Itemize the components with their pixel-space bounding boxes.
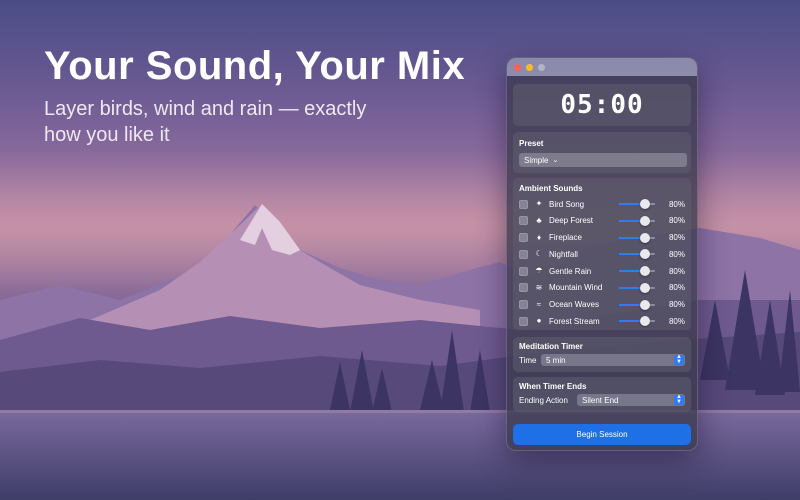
- hero-title: Your Sound, Your Mix: [44, 44, 466, 88]
- time-label: Time: [519, 356, 537, 365]
- sound-checkbox[interactable]: [519, 199, 528, 209]
- volume-percent: 80%: [668, 266, 685, 276]
- sound-checkbox[interactable]: [519, 233, 528, 242]
- volume-slider[interactable]: [619, 282, 655, 293]
- waves-icon: ≈: [536, 299, 542, 309]
- sound-row: ♣ Deep Forest 80%: [513, 213, 691, 229]
- sound-label: Fireplace: [549, 233, 582, 242]
- volume-slider[interactable]: [619, 199, 655, 209]
- volume-percent: 80%: [668, 316, 685, 326]
- sound-checkbox[interactable]: [519, 316, 528, 326]
- zoom-button[interactable]: [538, 63, 545, 71]
- close-button[interactable]: [514, 63, 521, 71]
- slider-knob[interactable]: [639, 299, 650, 310]
- volume-percent: 80%: [668, 283, 685, 293]
- timer-end-label: When Timer Ends: [519, 382, 587, 391]
- sound-label: Bird Song: [549, 199, 585, 209]
- sound-label: Forest Stream: [549, 316, 600, 326]
- sound-row: ≈ Ocean Waves 80%: [513, 297, 691, 313]
- slider-knob[interactable]: [639, 316, 650, 327]
- preset-label: Preset: [519, 139, 544, 148]
- sound-checkbox[interactable]: [519, 249, 528, 259]
- slider-knob[interactable]: [639, 232, 650, 243]
- wind-icon: ≋: [535, 282, 543, 292]
- slider-knob[interactable]: [639, 266, 650, 276]
- sound-label: Mountain Wind: [549, 283, 603, 293]
- bird-icon: ✦: [535, 199, 543, 208]
- rain-icon: ☂: [535, 266, 543, 275]
- ending-action-value: Silent End: [582, 395, 619, 405]
- timer-display: 05:00: [560, 90, 644, 120]
- sound-label: Deep Forest: [549, 216, 594, 226]
- timer-display-panel: 05:00: [513, 84, 691, 126]
- volume-slider[interactable]: [619, 215, 655, 226]
- preset-panel: Preset Simple ⌄: [513, 132, 691, 173]
- ambient-sounds-label: Ambient Sounds: [519, 184, 583, 193]
- sound-checkbox[interactable]: [519, 300, 528, 309]
- sound-label: Nightfall: [549, 249, 578, 259]
- timer-end-panel: When Timer Ends Ending Action Silent End…: [513, 377, 691, 412]
- minimize-button[interactable]: [526, 63, 533, 71]
- sound-checkbox[interactable]: [519, 283, 528, 293]
- volume-percent: 80%: [668, 300, 685, 309]
- sound-row: ☾ Nightfall 80%: [513, 246, 691, 262]
- sound-checkbox[interactable]: [519, 266, 528, 276]
- ending-action-label: Ending Action: [519, 396, 568, 405]
- sound-row: ≋ Mountain Wind 80%: [513, 280, 691, 296]
- sound-row: ✦ Bird Song 80%: [513, 196, 691, 212]
- flame-icon: ♦: [536, 232, 542, 242]
- slider-knob[interactable]: [639, 249, 650, 260]
- volume-percent: 80%: [668, 199, 685, 209]
- volume-slider[interactable]: [619, 249, 655, 260]
- ending-action-select[interactable]: Silent End ▲ ▼: [577, 394, 685, 406]
- volume-percent: 80%: [668, 249, 685, 259]
- begin-session-button[interactable]: Begin Session: [513, 424, 691, 445]
- slider-knob[interactable]: [639, 282, 650, 293]
- meditation-timer-panel: Meditation Timer Time 5 min ▲ ▼: [513, 337, 691, 372]
- time-value: 5 min: [546, 355, 566, 365]
- meditation-timer-label: Meditation Timer: [519, 342, 583, 351]
- title-bar: [507, 58, 697, 76]
- updown-chevron-icon: ▲ ▼: [674, 354, 684, 365]
- volume-slider[interactable]: [619, 266, 655, 276]
- sound-row: ♦ Fireplace 80%: [513, 230, 691, 246]
- preset-value: Simple: [524, 155, 549, 165]
- volume-percent: 80%: [668, 216, 685, 226]
- app-window: 05:00 Preset Simple ⌄ Ambient Sounds ✦ Bi…: [506, 57, 698, 451]
- moon-icon: ☾: [535, 249, 543, 259]
- sound-row: ● Forest Stream 80%: [513, 313, 691, 329]
- slider-knob[interactable]: [639, 215, 650, 226]
- chevron-down-icon: ⌄: [552, 157, 559, 164]
- sound-label: Ocean Waves: [549, 300, 599, 309]
- tree-icon: ♣: [536, 215, 542, 225]
- drop-icon: ●: [536, 316, 542, 326]
- updown-chevron-icon: ▲ ▼: [674, 394, 684, 405]
- sound-row: ☂ Gentle Rain 80%: [513, 263, 691, 279]
- time-select[interactable]: 5 min ▲ ▼: [541, 354, 685, 366]
- volume-slider[interactable]: [619, 299, 655, 310]
- ambient-sounds-panel: Ambient Sounds ✦ Bird Song 80% ♣ Deep Forest…: [513, 178, 691, 330]
- sound-label: Gentle Rain: [549, 266, 592, 276]
- sound-checkbox[interactable]: [519, 216, 528, 226]
- volume-slider[interactable]: [619, 232, 655, 243]
- preset-dropdown[interactable]: Simple ⌄: [519, 153, 687, 167]
- slider-knob[interactable]: [639, 199, 650, 209]
- volume-slider[interactable]: [619, 316, 655, 327]
- volume-percent: 80%: [668, 233, 685, 242]
- hero-subtitle: Layer birds, wind and rain — exactly how…: [44, 98, 367, 146]
